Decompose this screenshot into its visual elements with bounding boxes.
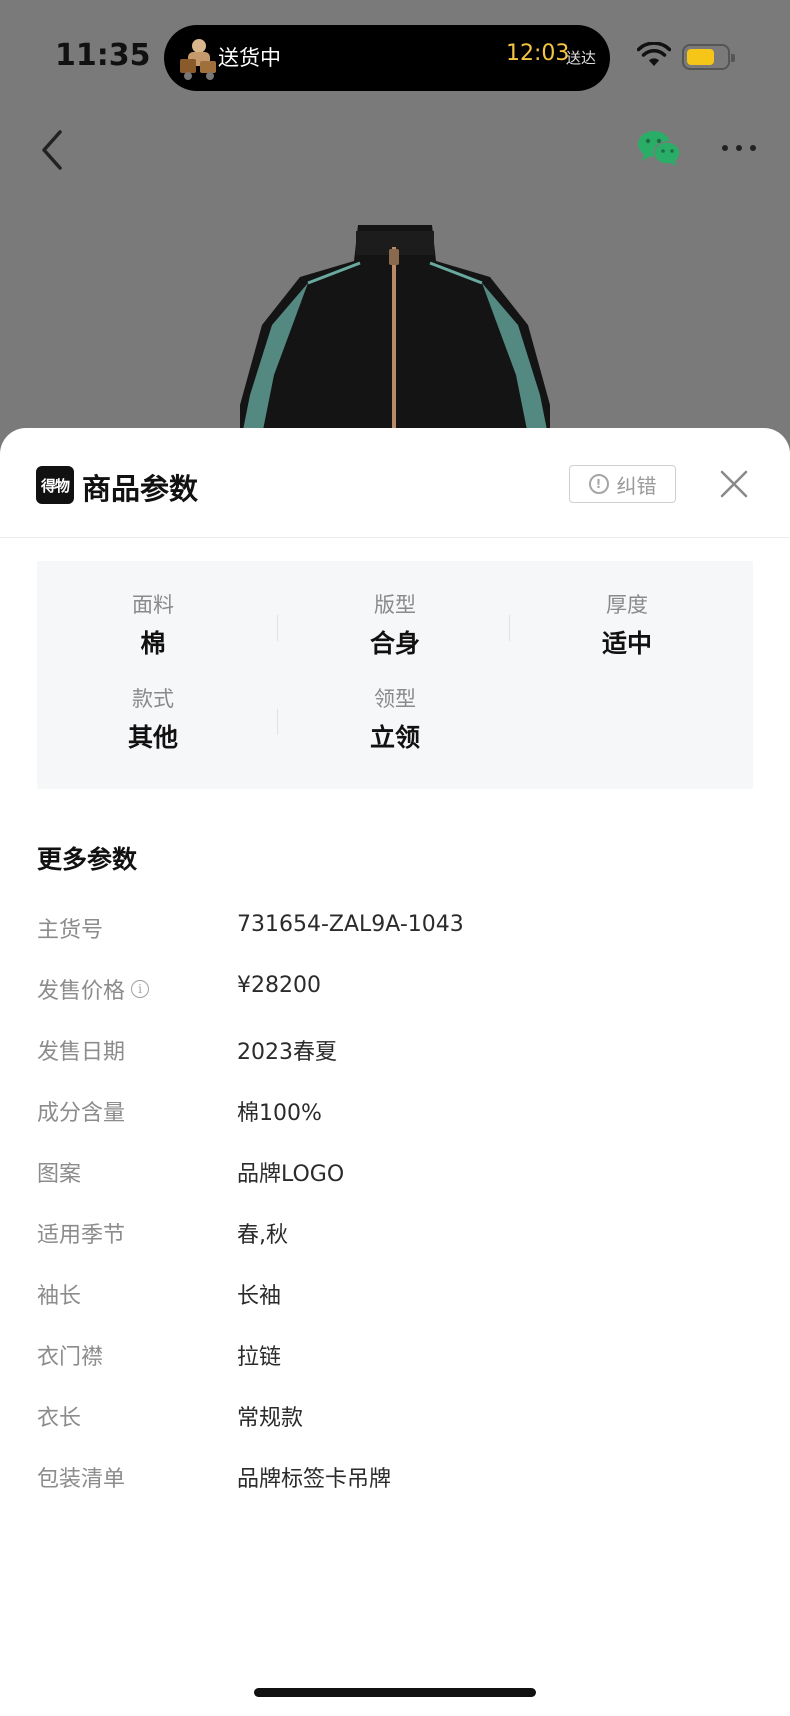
more-params-title: 更多参数: [37, 845, 138, 874]
spec-value: 适中: [601, 629, 652, 658]
sheet-title: 商品参数: [82, 472, 199, 506]
status-time: 11:35: [55, 38, 151, 73]
param-value: 长袖: [237, 1284, 282, 1309]
param-key: 包装清单: [37, 1467, 126, 1492]
param-row: 衣门襟 拉链: [37, 1339, 753, 1379]
spec-item-collar: 领型 立领: [279, 685, 511, 753]
spec-divider: [509, 615, 510, 641]
param-value: 品牌LOGO: [237, 1162, 345, 1187]
param-key: 适用季节: [37, 1223, 126, 1248]
delivery-eta-suffix: 送达: [566, 49, 597, 67]
report-error-label: 纠错: [616, 473, 657, 498]
param-key: 发售日期: [37, 1040, 126, 1065]
alert-circle-icon: !: [588, 474, 609, 494]
delivery-courier-icon: [178, 37, 220, 80]
brand-logo: 得物: [36, 466, 74, 504]
param-key: 图案: [37, 1162, 82, 1187]
param-value: 棉100%: [237, 1101, 322, 1126]
wifi-icon: [637, 42, 671, 66]
param-row: 适用季节 春,秋: [37, 1217, 753, 1257]
battery-icon: [682, 44, 735, 70]
spec-item-style: 款式 其他: [37, 685, 269, 753]
chevron-left-icon[interactable]: [38, 128, 68, 172]
wechat-icon[interactable]: [636, 128, 682, 168]
spec-divider: [277, 709, 278, 735]
spec-item-fit: 版型 合身: [279, 591, 511, 659]
param-row: 包装清单 品牌标签卡吊牌: [37, 1461, 753, 1501]
spec-item-fabric: 面料 棉: [37, 591, 269, 659]
param-key: 袖长: [37, 1284, 82, 1309]
param-value: 731654-ZAL9A-1043: [237, 912, 464, 937]
live-activity-island[interactable]: 送货中 12:03 送达: [164, 25, 610, 91]
param-value: 2023春夏: [237, 1040, 337, 1065]
param-row: 衣长 常规款: [37, 1400, 753, 1440]
param-row: 图案 品牌LOGO: [37, 1156, 753, 1196]
battery-fill: [687, 49, 715, 65]
param-key: 衣门襟: [37, 1345, 104, 1370]
param-key: 主货号: [37, 918, 104, 943]
param-value: ¥28200: [237, 973, 321, 998]
spec-name: 领型: [374, 687, 416, 711]
spec-divider: [277, 615, 278, 641]
delivery-eta: 12:03: [506, 41, 570, 66]
spec-name: 面料: [132, 593, 174, 617]
param-value: 拉链: [237, 1345, 282, 1370]
spec-name: 版型: [374, 593, 416, 617]
spec-value: 立领: [369, 723, 420, 752]
param-key: 衣长: [37, 1406, 82, 1431]
status-bar: 11:35 送货中 12:03 送达: [0, 0, 790, 110]
param-row: 主货号 731654-ZAL9A-1043: [37, 912, 753, 952]
spec-grid: 面料 棉 版型 合身 厚度 适中 款式 其他 领型 立领: [37, 561, 753, 789]
more-dots-icon[interactable]: [722, 145, 758, 155]
param-row: 发售日期 2023春夏: [37, 1034, 753, 1074]
spec-value: 合身: [369, 629, 420, 658]
param-key: 成分含量: [37, 1101, 126, 1126]
product-image: [240, 225, 550, 435]
delivery-status-label: 送货中: [218, 46, 281, 70]
report-error-button[interactable]: ! 纠错: [569, 465, 676, 503]
spec-name: 厚度: [606, 593, 648, 617]
param-row: 袖长 长袖: [37, 1278, 753, 1318]
product-params-sheet: 得物 商品参数 ! 纠错 面料 棉 版型 合身 厚度 适中 款式 其他 领型 立…: [0, 428, 790, 1716]
param-row: 发售价格 i ¥28200: [37, 973, 753, 1013]
param-value: 品牌标签卡吊牌: [237, 1467, 392, 1492]
info-icon[interactable]: i: [131, 980, 150, 998]
spec-value: 其他: [127, 723, 178, 752]
param-value: 常规款: [237, 1406, 304, 1431]
home-indicator[interactable]: [254, 1688, 536, 1697]
sheet-header: 得物 商品参数 ! 纠错: [0, 428, 790, 538]
param-row: 成分含量 棉100%: [37, 1095, 753, 1135]
close-icon[interactable]: [718, 468, 750, 500]
param-key: 发售价格: [37, 979, 126, 1004]
param-value: 春,秋: [237, 1223, 288, 1248]
param-key-with-info: 发售价格 i: [37, 973, 150, 1005]
spec-name: 款式: [132, 687, 174, 711]
spec-item-thickness: 厚度 适中: [511, 591, 743, 659]
spec-value: 棉: [140, 629, 166, 658]
